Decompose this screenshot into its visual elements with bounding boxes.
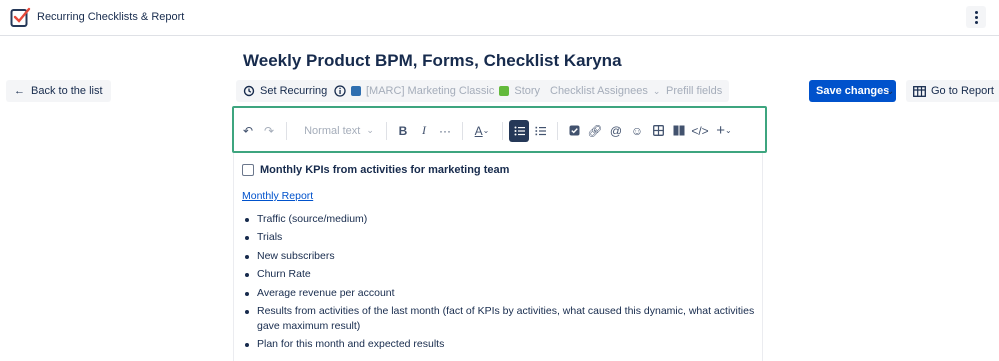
chevron-down-icon: ⌄ <box>366 125 374 135</box>
insert-plus-icon[interactable]: + ⌄ <box>711 120 737 142</box>
redo-icon[interactable]: ↷ <box>259 120 279 142</box>
editor-toolbar: ↶ ↷ Normal text ⌄ B I ··· A ⌄ 🔗︎ @ ☺ </> … <box>238 114 761 147</box>
task-title: Monthly KPIs from activities for marketi… <box>260 164 510 176</box>
text-style-label: Normal text <box>304 124 361 137</box>
text-style-dropdown[interactable]: Normal text ⌄ <box>293 120 379 142</box>
top-bar: Recurring Checklists & Report <box>0 0 999 36</box>
toolbar-divider <box>386 121 387 140</box>
list-item: Trials <box>242 230 757 245</box>
numbered-list-icon[interactable] <box>530 120 550 142</box>
story-icon <box>499 86 510 96</box>
undo-icon[interactable]: ↶ <box>238 120 258 142</box>
go-report-label: Go to Report <box>931 85 994 97</box>
app-title: Recurring Checklists & Report <box>37 11 185 23</box>
arrow-left-icon: ← <box>14 85 25 97</box>
prefill-fields-button[interactable]: Prefill fields <box>659 80 730 102</box>
save-options-chevron-icon[interactable]: ⌄ <box>882 80 898 102</box>
toolbar-divider <box>502 121 503 140</box>
list-item: Traffic (source/medium) <box>242 212 757 227</box>
checklist-task: Monthly KPIs from activities for marketi… <box>242 164 509 176</box>
checklist-assignees-label: Checklist Assignees <box>550 85 648 97</box>
action-item-icon[interactable] <box>564 120 584 142</box>
emoji-icon[interactable]: ☺ <box>627 120 647 142</box>
bold-icon[interactable]: B <box>393 120 413 142</box>
layout-columns-icon[interactable] <box>669 120 689 142</box>
prefill-label: Prefill fields <box>666 85 723 97</box>
back-label: Back to the list <box>31 85 103 97</box>
list-item: Churn Rate <box>242 267 757 282</box>
list-item: Results from activities of the last mont… <box>242 304 757 334</box>
project-avatar-icon <box>351 86 361 96</box>
code-icon[interactable]: </> <box>690 120 710 142</box>
list-item: Average revenue per account <box>242 286 757 301</box>
bullet-list-icon[interactable] <box>509 119 529 142</box>
project-label: [MARC] Marketing Classic <box>366 85 495 97</box>
toolbar-divider <box>286 121 287 140</box>
link-icon[interactable]: 🔗︎ <box>585 120 605 142</box>
history-icon <box>243 85 255 97</box>
task-checkbox[interactable] <box>242 164 254 176</box>
more-options-icon[interactable] <box>966 6 986 28</box>
more-formatting-icon[interactable]: ··· <box>435 120 455 142</box>
page-title: Weekly Product BPM, Forms, Checklist Kar… <box>243 51 622 70</box>
checklist-logo-icon <box>10 7 31 27</box>
italic-icon[interactable]: I <box>414 120 434 142</box>
list-item: New subscribers <box>242 249 757 264</box>
list-item: Plan for this month and expected results <box>242 337 757 352</box>
project-issue-type-select[interactable]: [MARC] Marketing Classic Story ⌄ <box>327 80 560 102</box>
set-recurring-button[interactable]: Set Recurring <box>236 80 335 102</box>
info-icon <box>334 85 346 97</box>
text-color-icon[interactable]: A ⌄ <box>469 120 495 142</box>
set-recurring-label: Set Recurring <box>260 85 328 97</box>
mention-icon[interactable]: @ <box>606 120 626 142</box>
save-label: Save changes <box>816 85 890 97</box>
bullet-list: Traffic (source/medium) Trials New subsc… <box>242 212 757 356</box>
monthly-report-link[interactable]: Monthly Report <box>242 190 313 202</box>
issue-type-label: Story <box>514 85 541 97</box>
back-to-list-button[interactable]: ← Back to the list <box>6 80 111 102</box>
toolbar-divider <box>462 121 463 140</box>
table-icon <box>913 85 926 97</box>
table-insert-icon[interactable] <box>648 120 668 142</box>
checklist-assignees-select[interactable]: Checklist Assignees ⌄ <box>543 80 668 102</box>
toolbar-divider <box>557 121 558 140</box>
go-to-report-button[interactable]: Go to Report <box>906 80 999 102</box>
